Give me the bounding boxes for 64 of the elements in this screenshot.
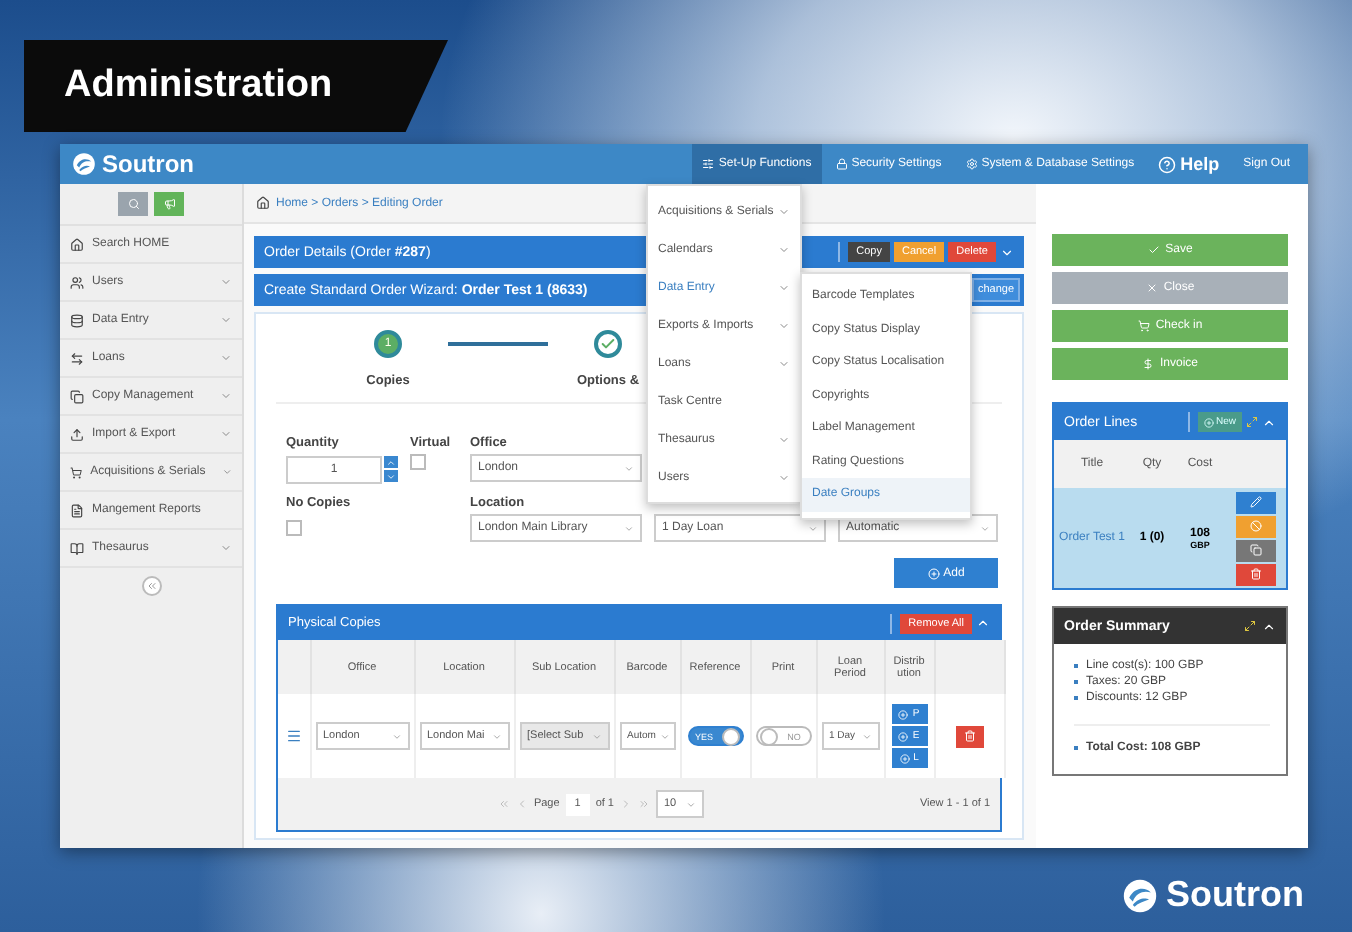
chevron-down-icon [686,799,696,809]
chevron-up-icon[interactable] [1262,619,1276,633]
dollar-icon [1141,358,1154,370]
check-icon [600,336,616,352]
trash-icon [1250,568,1262,580]
sliders-icon [702,158,715,170]
megaphone-button[interactable] [154,192,184,216]
step-connector [448,342,548,346]
copy-icon [1250,544,1262,556]
chevron-down-icon [1000,245,1014,259]
next-page-icon[interactable] [620,798,632,810]
copy-icon [70,389,84,403]
chevron-down-icon [861,731,871,741]
footer-logo-text: Soutron [1166,874,1304,916]
help-icon [1158,155,1177,173]
logo-icon [72,152,96,176]
chevron-down-icon [491,731,501,741]
chevron-down-icon [980,523,990,533]
home-icon [70,237,84,251]
last-page-icon[interactable] [638,798,650,810]
arrows-icon [70,351,84,365]
settings-icon [965,158,978,170]
search-icon [127,198,139,210]
increment-button[interactable] [384,456,398,468]
checkbox[interactable] [286,520,302,536]
decrement-button[interactable] [384,470,398,482]
collapse-button[interactable] [141,576,161,596]
chevron-down-icon [391,731,401,741]
database-icon [70,313,84,327]
chevron-down-icon [591,731,601,741]
edit-button[interactable] [1236,491,1276,513]
chevron-down-icon [386,471,396,481]
chevron-up-icon [386,457,396,467]
lock-icon [835,158,848,170]
chevron-down-icon [808,523,818,533]
chevron-down-icon [624,523,634,533]
nav-link[interactable]: Help [1148,144,1230,184]
logo-icon [1122,877,1158,913]
chevron-down-icon [659,731,670,741]
ban-icon [1250,520,1262,532]
cart-icon [1137,320,1150,332]
search-button[interactable] [118,192,148,216]
previous-page-icon[interactable] [515,798,528,810]
pencil-icon [1250,496,1262,508]
delete-button[interactable] [1236,563,1276,585]
chevron-up-icon [976,616,990,630]
slide-title: Administration [24,40,448,132]
users-icon [70,275,84,289]
chevron-down-icon [624,463,634,473]
close-icon [1145,282,1158,294]
logo-text: Soutron [102,150,194,178]
copy-button[interactable] [1236,539,1276,561]
upload-icon [70,427,84,441]
megaphone-icon [163,198,175,210]
document-icon [70,503,84,517]
trash-icon [963,730,975,742]
book-icon [70,541,84,555]
checkbox[interactable] [410,454,426,470]
home-icon [256,196,270,210]
cancel-button[interactable] [1236,515,1276,537]
delete-button[interactable] [955,725,983,747]
cart-icon [70,465,83,479]
check-icon [1147,244,1160,256]
drag-handle-icon[interactable] [285,728,302,744]
